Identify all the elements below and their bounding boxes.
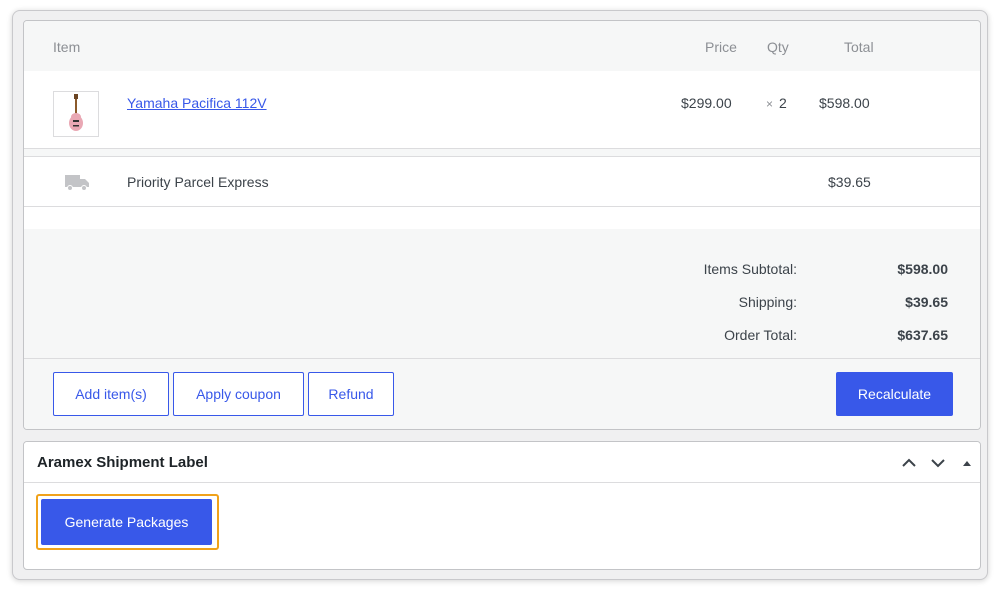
guitar-thumbnail[interactable] — [53, 91, 99, 137]
header-total: Total — [844, 39, 874, 55]
row-divider — [24, 149, 980, 157]
order-items-panel: Item Price Qty Total Yamaha Pacifica 112… — [23, 20, 981, 430]
product-link[interactable]: Yamaha Pacifica 112V — [127, 95, 267, 111]
header-item: Item — [53, 39, 81, 55]
header-qty: Qty — [767, 39, 789, 55]
refund-button[interactable]: Refund — [308, 372, 394, 416]
header-price: Price — [705, 39, 737, 55]
item-qty: × 2 — [766, 95, 787, 111]
order-actions: Add item(s) Apply coupon Refund Recalcul… — [24, 359, 980, 429]
subtotal-value: $598.00 — [897, 261, 948, 277]
shipping-line-total: $39.65 — [828, 174, 871, 190]
order-totals: Items Subtotal: $598.00 Shipping: $39.65… — [24, 229, 980, 359]
shipping-label: Shipping: — [738, 294, 797, 310]
qty-multiplier: × — [766, 97, 774, 111]
panel-header: Aramex Shipment Label — [24, 442, 980, 483]
line-item-row: Yamaha Pacifica 112V $299.00 × 2 $598.00 — [24, 71, 980, 149]
order-total-label: Order Total: — [724, 327, 797, 343]
caret-up-icon[interactable] — [958, 454, 976, 472]
qty-value: 2 — [779, 95, 787, 111]
shipping-line-row: Priority Parcel Express $39.65 — [24, 157, 980, 207]
chevron-down-icon[interactable] — [929, 454, 947, 472]
generate-packages-button[interactable]: Generate Packages — [41, 499, 212, 545]
aramex-shipment-panel: Aramex Shipment Label Generate Packages — [23, 441, 981, 570]
guitar-icon — [69, 94, 83, 131]
item-price: $299.00 — [681, 95, 732, 111]
order-total-value: $637.65 — [897, 327, 948, 343]
truck-icon — [65, 175, 89, 191]
apply-coupon-button[interactable]: Apply coupon — [173, 372, 304, 416]
shipping-value: $39.65 — [905, 294, 948, 310]
item-total: $598.00 — [819, 95, 870, 111]
shipping-method-name: Priority Parcel Express — [127, 174, 269, 190]
panel-title: Aramex Shipment Label — [37, 454, 208, 471]
subtotal-label: Items Subtotal: — [703, 261, 797, 277]
spacer — [24, 207, 980, 229]
recalculate-button[interactable]: Recalculate — [836, 372, 953, 416]
items-table-header: Item Price Qty Total — [24, 21, 980, 71]
add-items-button[interactable]: Add item(s) — [53, 372, 169, 416]
chevron-up-icon[interactable] — [900, 454, 918, 472]
